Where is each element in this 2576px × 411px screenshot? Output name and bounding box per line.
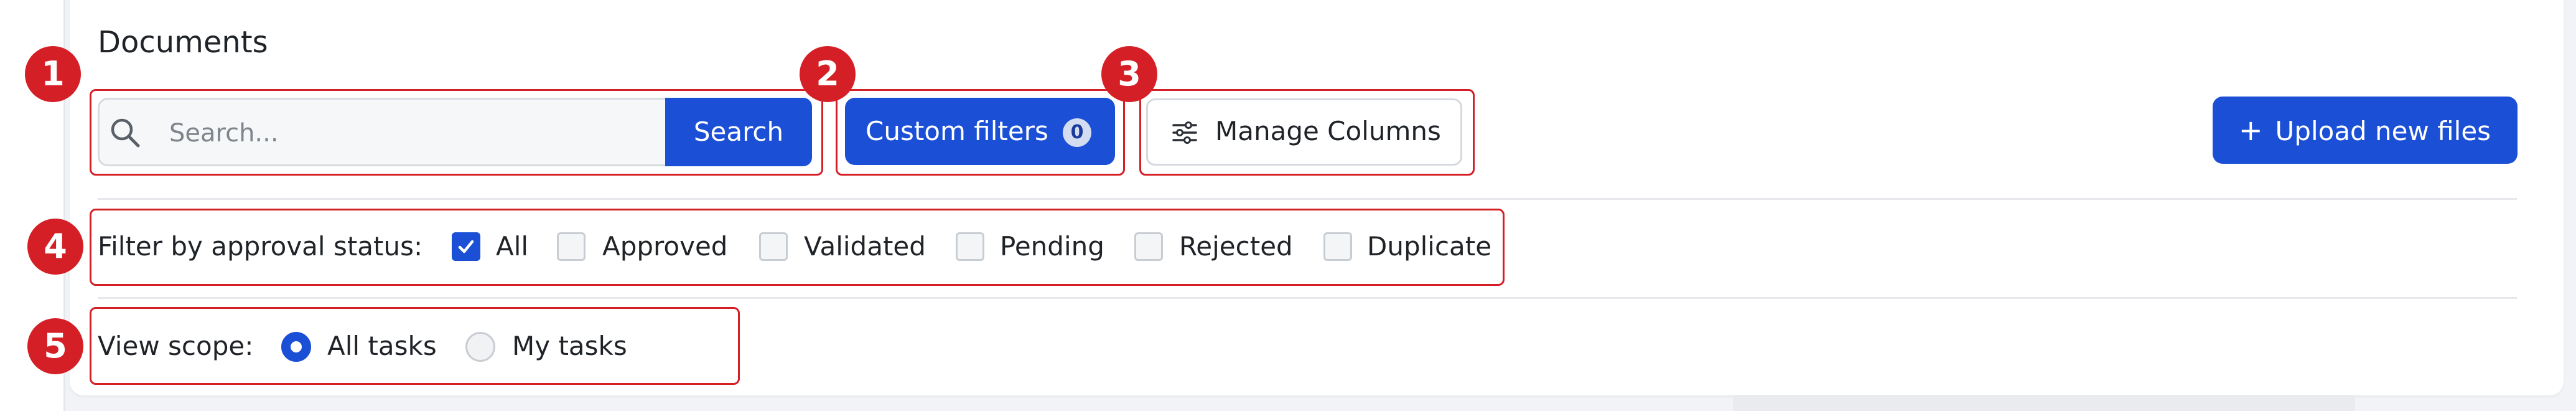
annotation-marker-3: 3: [1101, 46, 1157, 102]
annotation-box-4: [90, 209, 1505, 286]
page-title: Documents: [98, 25, 268, 60]
horizontal-scrollbar[interactable]: [1733, 395, 2355, 411]
upload-new-files-button[interactable]: + Upload new files: [2213, 97, 2518, 164]
annotation-box-2: [836, 89, 1125, 176]
annotation-marker-4: 4: [27, 219, 83, 275]
annotation-box-1: [90, 89, 823, 176]
divider: [98, 198, 2517, 200]
annotation-box-5: [90, 307, 740, 385]
annotation-box-3: [1139, 89, 1475, 176]
plus-icon: +: [2239, 113, 2263, 147]
annotation-marker-1: 1: [25, 46, 81, 102]
annotation-marker-5: 5: [27, 318, 83, 374]
divider: [98, 297, 2517, 299]
upload-label: Upload new files: [2275, 116, 2491, 146]
screen: s Documents Search Custom filters 0 Mana…: [0, 0, 2576, 411]
annotation-marker-2: 2: [800, 46, 856, 102]
